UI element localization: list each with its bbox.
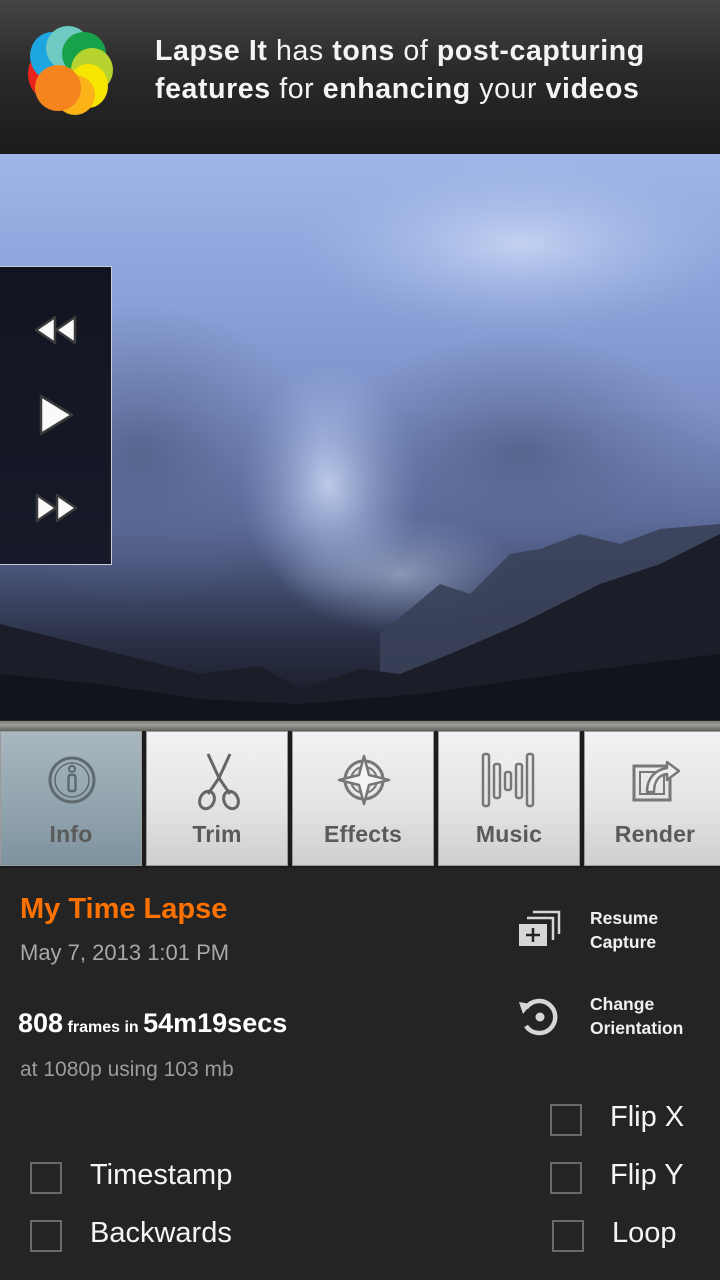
frame-count: 808 — [18, 1008, 64, 1038]
backwards-label: Backwards — [90, 1217, 232, 1249]
promo-text: Lapse It has tons of post-capturing featu… — [155, 32, 715, 108]
timestamp-box[interactable] — [30, 1162, 62, 1194]
info-panel: My Time Lapse May 7, 2013 1:01 PM 808 fr… — [0, 868, 720, 1280]
capture-stats: 808 frames in 54m19secs — [18, 1008, 287, 1039]
promo-text-segment: your — [470, 73, 546, 105]
rewind-icon — [34, 315, 77, 345]
flip-x-box[interactable] — [550, 1104, 582, 1136]
scissors-icon — [198, 753, 240, 811]
backwards-box[interactable] — [30, 1220, 62, 1252]
timelapse-date: May 7, 2013 1:01 PM — [20, 940, 230, 965]
loop-box[interactable] — [552, 1220, 584, 1252]
toolbar-rail — [0, 720, 720, 731]
promo-text-segment: post-capturing — [436, 35, 645, 67]
promo-text-segment: of — [394, 35, 437, 67]
tab-music-label: Music — [475, 821, 543, 847]
resolution-size: at 1080p using 103 mb — [20, 1058, 234, 1081]
share-export-icon — [632, 760, 681, 802]
loop-label: Loop — [612, 1217, 677, 1249]
capture-duration: 54m19secs — [143, 1008, 288, 1038]
tab-info[interactable]: Info — [0, 731, 142, 866]
timestamp-label: Timestamp — [90, 1159, 233, 1191]
editor-toolbar: Info Trim Effects Music Render — [0, 731, 720, 868]
video-preview[interactable] — [0, 154, 720, 720]
timelapse-title[interactable]: My Time Lapse — [20, 893, 227, 926]
promo-text-segment: tons — [332, 35, 395, 67]
rotate-icon — [519, 998, 558, 1036]
promo-text-segment: features — [155, 73, 271, 105]
frames-label: frames in — [67, 1019, 139, 1036]
promo-text-segment: enhancing — [322, 73, 471, 105]
flip-y-label: Flip Y — [610, 1159, 684, 1191]
tab-render[interactable]: Render — [584, 731, 720, 866]
fast-forward-icon — [35, 493, 78, 523]
info-icon — [48, 756, 96, 804]
promo-text-segment: videos — [545, 73, 640, 105]
promo-text-segment: for — [270, 73, 323, 105]
lapse-it-logo-icon — [28, 26, 113, 115]
equalizer-bars-icon — [481, 752, 535, 808]
play-icon — [39, 394, 74, 436]
rewind-button[interactable] — [28, 307, 84, 353]
flip-y-box[interactable] — [550, 1162, 582, 1194]
resume-capture-label: Resume Capture — [590, 908, 659, 952]
promo-text-segment: has — [267, 35, 333, 67]
tab-render-label: Render — [614, 821, 696, 847]
tab-effects[interactable]: Effects — [292, 731, 434, 866]
change-orientation-label: Change Orientation — [590, 994, 684, 1038]
flip-x-label: Flip X — [610, 1101, 685, 1133]
promo-banner: Lapse It has tons of post-capturing featu… — [0, 0, 720, 154]
tab-trim[interactable]: Trim — [146, 731, 288, 866]
tab-effects-label: Effects — [323, 821, 403, 847]
tab-info-label: Info — [49, 821, 93, 847]
fast-forward-button[interactable] — [28, 485, 84, 531]
stack-add-icon — [519, 910, 561, 946]
compass-star-icon — [337, 754, 391, 806]
tab-music[interactable]: Music — [438, 731, 580, 866]
play-button[interactable] — [28, 392, 84, 438]
playback-controls — [0, 266, 112, 565]
tab-trim-label: Trim — [192, 821, 242, 847]
promo-text-segment: Lapse It — [155, 35, 268, 67]
